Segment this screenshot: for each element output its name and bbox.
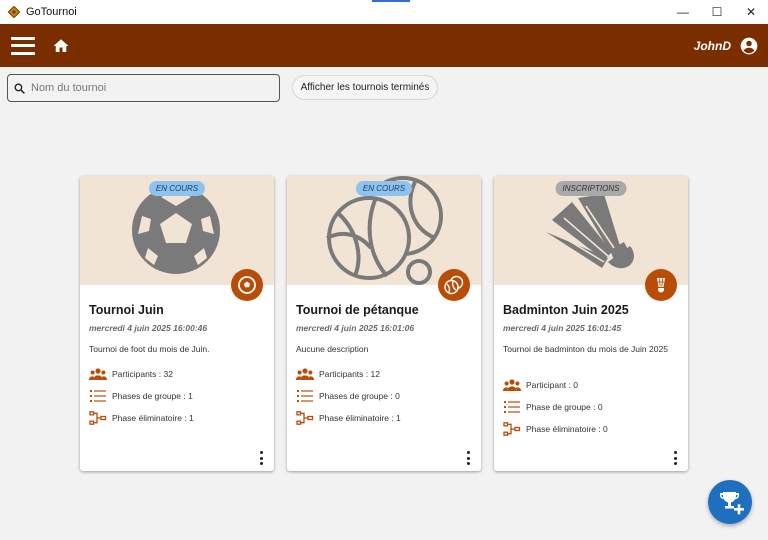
participants-count: Participant : 0 [526, 380, 578, 390]
knockout-phase-stat: Phase éliminatoire : 1 [89, 411, 194, 425]
more-options-icon[interactable] [256, 451, 266, 465]
tournament-name: Badminton Juin 2025 [503, 303, 629, 317]
knockout-phase-stat: Phase éliminatoire : 0 [503, 422, 608, 436]
status-badge: EN COURS [148, 181, 206, 196]
knockout-phase-stat: Phase éliminatoire : 1 [296, 411, 401, 425]
more-options-icon[interactable] [670, 451, 680, 465]
window-controls: — ☐ ✕ [666, 0, 768, 24]
status-badge: INSCRIPTIONS [555, 181, 627, 196]
window-title: GoTournoi [26, 6, 77, 18]
tournament-description: Aucune description [296, 344, 369, 354]
group-phases-count: Phases de groupe : 1 [112, 391, 193, 401]
list-icon [504, 401, 520, 413]
search-input[interactable] [31, 82, 261, 94]
tournament-card[interactable]: EN COURS Tournoi Juin mercredi 4 juin 20… [80, 176, 274, 471]
participants-icon [503, 379, 521, 391]
participants-icon [89, 368, 107, 380]
app-logo-icon [8, 6, 20, 18]
participants-count: Participants : 32 [112, 369, 173, 379]
group-phases-stat: Phases de groupe : 1 [89, 389, 193, 403]
minimize-button[interactable]: — [666, 0, 700, 24]
bracket-icon [503, 422, 521, 436]
window-titlebar: GoTournoi — ☐ ✕ [0, 0, 768, 24]
maximize-button[interactable]: ☐ [700, 0, 734, 24]
knockout-phase-count: Phase éliminatoire : 0 [526, 424, 608, 434]
add-tournament-trophy-icon [720, 492, 744, 515]
tournament-date: mercredi 4 juin 2025 16:00:46 [89, 323, 208, 333]
username: JohnD [693, 38, 731, 53]
list-icon [90, 390, 106, 402]
app-bar: JohnD [0, 24, 768, 67]
participants-icon [296, 368, 314, 380]
group-phases-count: Phase de groupe : 0 [526, 402, 603, 412]
participants-stat: Participants : 12 [296, 367, 380, 381]
titlebar-accent [372, 0, 410, 2]
tournament-card[interactable]: EN COURS Tournoi de pétanque mercredi 4 … [287, 176, 481, 471]
group-phases-stat: Phase de groupe : 0 [503, 400, 603, 414]
tournament-name: Tournoi de pétanque [296, 303, 419, 317]
close-button[interactable]: ✕ [734, 0, 768, 24]
petanque-balls-icon [438, 269, 470, 301]
account-circle-icon[interactable] [739, 36, 759, 56]
search-icon [14, 82, 25, 94]
tournament-card[interactable]: INSCRIPTIONS Badminton Juin 2025 mercred… [494, 176, 688, 471]
status-badge: EN COURS [355, 181, 413, 196]
tournament-description: Tournoi de foot du mois de Juin. [89, 344, 210, 354]
group-phases-count: Phases de groupe : 0 [319, 391, 400, 401]
group-phases-stat: Phases de groupe : 0 [296, 389, 400, 403]
home-icon[interactable] [52, 37, 70, 55]
bracket-icon [296, 411, 314, 425]
tournament-date: mercredi 4 juin 2025 16:01:45 [503, 323, 622, 333]
participants-stat: Participant : 0 [503, 378, 578, 392]
knockout-phase-count: Phase éliminatoire : 1 [319, 413, 401, 423]
tournament-description: Tournoi de badminton du mois de Juin 202… [503, 344, 668, 354]
participants-stat: Participants : 32 [89, 367, 173, 381]
tournament-name: Tournoi Juin [89, 303, 164, 317]
participants-count: Participants : 12 [319, 369, 380, 379]
more-options-icon[interactable] [463, 451, 473, 465]
soccer-ball-icon [231, 269, 263, 301]
show-finished-button[interactable]: Afficher les tournois terminés [292, 75, 438, 100]
user-area: JohnD [694, 24, 768, 67]
hamburger-menu-icon[interactable] [11, 36, 35, 55]
add-tournament-button[interactable] [708, 480, 752, 524]
knockout-phase-count: Phase éliminatoire : 1 [112, 413, 194, 423]
tournament-search[interactable] [7, 74, 280, 102]
shuttlecock-icon [645, 269, 677, 301]
list-icon [297, 390, 313, 402]
bracket-icon [89, 411, 107, 425]
tournament-date: mercredi 4 juin 2025 16:01:06 [296, 323, 415, 333]
